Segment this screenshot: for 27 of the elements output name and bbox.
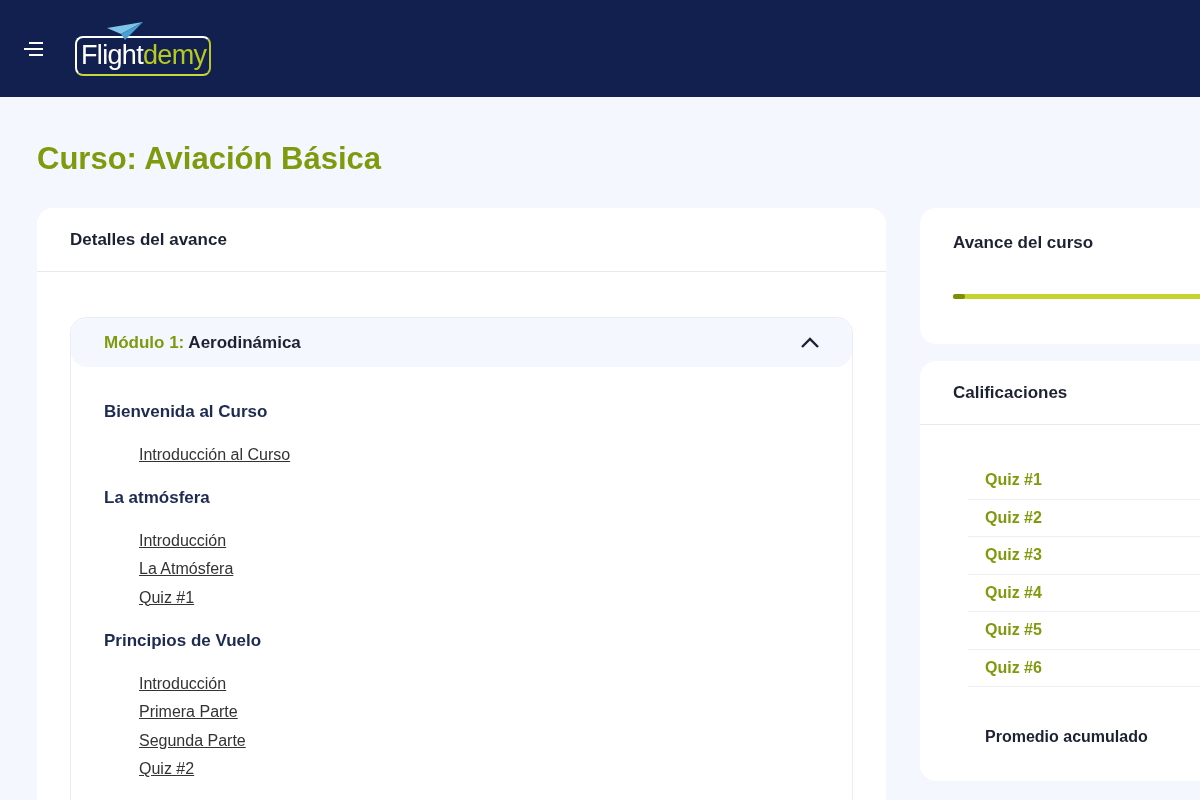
lesson-link[interactable]: Quiz #1 (139, 583, 195, 612)
quiz-label: Quiz #4 (985, 582, 1042, 603)
section-title: Bienvenida al Curso (104, 401, 269, 423)
chevron-up-icon (801, 337, 819, 348)
quiz-label: Quiz #2 (985, 507, 1042, 528)
lesson-link[interactable]: La Atmósfera (139, 555, 234, 584)
lesson-link[interactable]: Introducción (139, 669, 227, 698)
quiz-label: Quiz #1 (985, 470, 1042, 491)
lesson-link[interactable]: Quiz #2 (139, 755, 195, 784)
logo-text: Flightdemy (81, 42, 207, 69)
menu-icon[interactable] (24, 41, 43, 56)
lesson-link[interactable]: Segunda Parte (139, 726, 246, 755)
average-label: Promedio acumulado (984, 727, 1149, 747)
lesson-link[interactable]: Introducción al Curso (139, 440, 291, 469)
page-title: Curso: Aviación Básica (37, 143, 383, 174)
lesson-link[interactable]: Primera Parte (139, 698, 238, 727)
lesson-link[interactable]: Introducción (139, 526, 227, 555)
card-title: Detalles del avance (37, 208, 886, 272)
quiz-label: Quiz #5 (985, 620, 1042, 641)
section-title: La atmósfera (104, 487, 211, 509)
module-header[interactable]: Módulo 1: Aerodinámica (71, 318, 852, 367)
card-title: Calificaciones (920, 361, 1200, 425)
card-title: Avance del curso (953, 232, 1095, 254)
section-title: Principios de Vuelo (104, 630, 263, 652)
paper-plane-icon (107, 21, 143, 40)
quiz-label: Quiz #3 (985, 545, 1042, 566)
quiz-label: Quiz #6 (985, 657, 1042, 678)
